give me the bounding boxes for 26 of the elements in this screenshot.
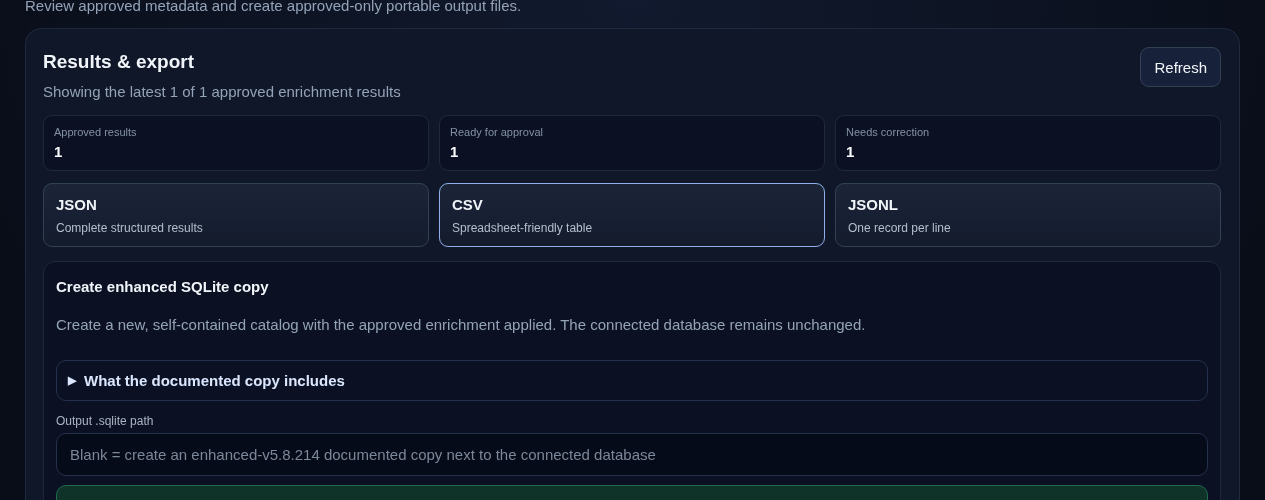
stat-label: Approved results [54, 126, 138, 138]
format-name: JSONL [848, 196, 899, 213]
format-option[interactable]: CSV Spreadsheet-friendly table [439, 183, 825, 247]
stat-label: Needs correction [846, 126, 931, 138]
format-description: Spreadsheet-friendly table [452, 221, 594, 235]
format-description: Complete structured results [56, 221, 204, 235]
stat-value: 1 [54, 143, 64, 160]
page-subtitle: Review approved metadata and create approved-only portable output files. [25, 0, 523, 15]
path-label: Output .sqlite path [56, 414, 155, 428]
format-name: JSON [56, 196, 98, 213]
details-toggle[interactable]: ▶ What the documented copy includes [56, 360, 1208, 401]
sqlite-title: Create enhanced SQLite copy [56, 278, 270, 295]
stat-value: 1 [450, 143, 460, 160]
stat-value: 1 [846, 143, 856, 160]
panel-subtitle: Showing the latest 1 of 1 approved enrichment results [43, 83, 401, 100]
sqlite-description: Create a new, self-contained catalog with the approved enrichment applied. The connected database remains unchanged. [56, 316, 867, 333]
disclosure-icon: ▶ [68, 374, 76, 387]
panel-title: Results & export [43, 51, 195, 73]
path-input[interactable]: Blank = create an enhanced-v5.8.214 documented copy next to the connected database [56, 433, 1208, 476]
stat-label: Ready for approval [450, 126, 544, 138]
details-summary: What the documented copy includes [84, 372, 345, 389]
format-option[interactable]: JSON Complete structured results [43, 183, 429, 247]
format-description: One record per line [848, 221, 952, 235]
format-option[interactable]: JSONL One record per line [835, 183, 1221, 247]
format-name: CSV [452, 196, 484, 213]
refresh-button[interactable]: Refresh [1140, 47, 1221, 87]
